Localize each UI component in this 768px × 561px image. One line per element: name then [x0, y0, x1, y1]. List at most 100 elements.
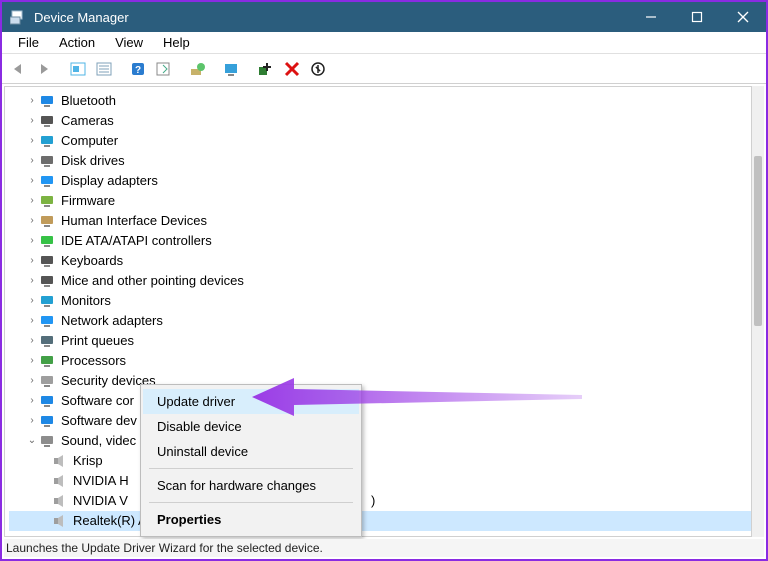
tree-node-label: Keyboards [61, 251, 123, 271]
expand-chevron-icon[interactable]: › [25, 251, 39, 271]
expand-chevron-icon[interactable]: › [25, 411, 39, 431]
tree-node-label: Sound, videc [61, 431, 136, 451]
context-menu-item[interactable]: Disable device [143, 414, 359, 439]
menubar: File Action View Help [2, 32, 766, 54]
device-category-icon [39, 173, 57, 189]
maximize-button[interactable] [674, 2, 720, 32]
context-menu-item[interactable]: Uninstall device [143, 439, 359, 464]
forward-button[interactable] [32, 57, 56, 81]
expand-chevron-icon[interactable]: › [25, 131, 39, 151]
tree-node[interactable]: › Computer [9, 131, 751, 151]
tree-node[interactable]: › Display adapters [9, 171, 751, 191]
properties-button[interactable] [92, 57, 116, 81]
tree-node[interactable]: ⌄ Sound, videc [9, 431, 751, 451]
close-button[interactable] [720, 2, 766, 32]
menu-file[interactable]: File [8, 33, 49, 52]
device-tree[interactable]: › Bluetooth › Cameras › Computer › Disk … [4, 86, 752, 537]
tree-node[interactable]: › Print queues [9, 331, 751, 351]
expand-chevron-icon[interactable]: › [25, 151, 39, 171]
expand-chevron-icon[interactable]: › [25, 191, 39, 211]
menu-help[interactable]: Help [153, 33, 200, 52]
expand-chevron-icon[interactable]: › [25, 231, 39, 251]
tree-node[interactable]: › Firmware [9, 191, 751, 211]
tree-child-node[interactable]: Realtek(R) Audio [9, 511, 751, 531]
minimize-button[interactable] [628, 2, 674, 32]
svg-text:?: ? [135, 65, 141, 76]
expand-chevron-icon[interactable]: › [25, 331, 39, 351]
tree-node[interactable]: › Network adapters [9, 311, 751, 331]
tree-node[interactable]: › Security devices [9, 371, 751, 391]
menu-view[interactable]: View [105, 33, 153, 52]
device-category-icon [39, 253, 57, 269]
device-category-icon [39, 213, 57, 229]
device-category-icon [39, 233, 57, 249]
vertical-scrollbar[interactable] [752, 86, 764, 537]
expand-chevron-icon[interactable]: › [25, 211, 39, 231]
audio-device-icon [51, 493, 69, 509]
scrollbar-thumb[interactable] [754, 156, 762, 326]
tree-node-label: Network adapters [61, 311, 163, 331]
tree-node[interactable]: › Mice and other pointing devices [9, 271, 751, 291]
expand-chevron-icon[interactable]: › [25, 311, 39, 331]
device-category-icon [39, 93, 57, 109]
expand-chevron-icon[interactable]: › [25, 291, 39, 311]
update-driver-button[interactable] [186, 57, 210, 81]
tree-node-label: NVIDIA H [73, 471, 129, 491]
expand-chevron-icon[interactable]: ⌄ [25, 431, 39, 451]
expand-chevron-icon[interactable]: › [25, 171, 39, 191]
tree-node-label: Bluetooth [61, 91, 116, 111]
expand-chevron-icon[interactable]: › [25, 111, 39, 131]
tree-node[interactable]: › IDE ATA/ATAPI controllers [9, 231, 751, 251]
tree-node[interactable]: › Disk drives [9, 151, 751, 171]
context-menu-item[interactable]: Update driver [143, 389, 359, 414]
menu-action[interactable]: Action [49, 33, 105, 52]
context-menu-item[interactable]: Properties [143, 507, 359, 532]
tree-node[interactable]: › Software cor [9, 391, 751, 411]
tree-child-node[interactable]: NVIDIA V) [9, 491, 751, 511]
tree-node[interactable]: › Keyboards [9, 251, 751, 271]
tree-node-label-tail: ) [371, 491, 375, 511]
device-category-icon [39, 313, 57, 329]
add-legacy-button[interactable] [254, 57, 278, 81]
expand-chevron-icon[interactable]: › [25, 391, 39, 411]
tree-node-label: Processors [61, 351, 126, 371]
device-category-icon [39, 353, 57, 369]
back-button[interactable] [6, 57, 30, 81]
tree-node-label: Firmware [61, 191, 115, 211]
action-button[interactable] [152, 57, 176, 81]
device-category-icon [39, 153, 57, 169]
tree-node[interactable]: › Monitors [9, 291, 751, 311]
expand-chevron-icon[interactable]: › [25, 271, 39, 291]
device-category-icon [39, 133, 57, 149]
show-hidden-button[interactable] [66, 57, 90, 81]
help-button[interactable]: ? [126, 57, 150, 81]
device-category-icon [39, 533, 57, 537]
context-menu: Update driverDisable deviceUninstall dev… [140, 384, 362, 537]
scan-button[interactable] [220, 57, 244, 81]
tree-child-node[interactable]: Krisp [9, 451, 751, 471]
tree-node-label: Computer [61, 131, 118, 151]
device-category-icon [39, 273, 57, 289]
audio-device-icon [51, 513, 69, 529]
device-category-icon [39, 333, 57, 349]
tree-node-label: Monitors [61, 291, 111, 311]
tree-node[interactable]: › Processors [9, 351, 751, 371]
audio-device-icon [51, 473, 69, 489]
tree-node[interactable]: › Bluetooth [9, 91, 751, 111]
context-menu-item[interactable]: Scan for hardware changes [143, 473, 359, 498]
uninstall-button[interactable] [280, 57, 304, 81]
tree-node[interactable]: › Cameras [9, 111, 751, 131]
tree-node[interactable]: › Storage controllers [9, 531, 751, 537]
context-menu-separator [149, 468, 353, 469]
expand-chevron-icon[interactable]: › [25, 531, 39, 537]
expand-chevron-icon[interactable]: › [25, 371, 39, 391]
device-category-icon [39, 373, 57, 389]
expand-chevron-icon[interactable]: › [25, 91, 39, 111]
expand-chevron-icon[interactable]: › [25, 351, 39, 371]
tree-node[interactable]: › Human Interface Devices [9, 211, 751, 231]
tree-child-node[interactable]: NVIDIA H [9, 471, 751, 491]
tree-node-label: Disk drives [61, 151, 125, 171]
tree-node[interactable]: › Software dev [9, 411, 751, 431]
tree-node-label: Human Interface Devices [61, 211, 207, 231]
disable-button[interactable] [306, 57, 330, 81]
